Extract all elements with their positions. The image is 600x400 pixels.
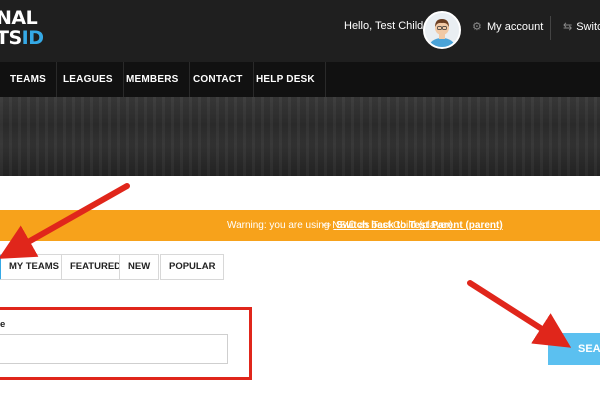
nav-item-teams[interactable]: TEAMS (0, 62, 57, 97)
my-account-label: My account (487, 21, 544, 33)
switch-user-icon: ⇆ (563, 21, 573, 33)
name-field-label: e (0, 319, 6, 330)
my-account-link[interactable]: ⚙ My account (472, 20, 543, 33)
logo-line-2: TSID (0, 28, 44, 48)
switch-back-link[interactable]: ⇨ Switch back to Test Parent (parent) (323, 210, 503, 241)
impersonation-warning: Warning: you are using NSID as Test Chil… (0, 210, 600, 241)
logo-accent-text: ID (21, 27, 44, 49)
switch-user-link[interactable]: ⇆ Switc (563, 20, 600, 33)
arrow-to-search (467, 280, 572, 348)
avatar-icon (425, 13, 459, 47)
logo-text: TS (0, 27, 22, 49)
name-input[interactable] (0, 334, 228, 364)
header-divider (550, 16, 551, 40)
site-header: NAL TSID Hello, Test Child ⚙ My account ⇆… (0, 0, 600, 62)
tab-my-teams[interactable]: MY TEAMS (0, 254, 68, 280)
nav-item-contact[interactable]: CONTACT (183, 62, 254, 97)
nav-item-leagues[interactable]: LEAGUES (53, 62, 124, 97)
tab-popular[interactable]: POPULAR (160, 254, 225, 280)
gear-icon: ⚙ (472, 21, 482, 33)
logo-line-1: NAL (0, 7, 38, 29)
nav-item-members[interactable]: MEMBERS (116, 62, 190, 97)
site-logo[interactable]: NAL TSID (0, 6, 60, 54)
hero-banner (0, 97, 600, 176)
switch-back-label: Switch back to Test Parent (parent) (336, 220, 503, 231)
tab-new[interactable]: NEW (119, 254, 160, 280)
switch-link-icon: ⇨ (323, 220, 332, 231)
main-nav: TEAMS LEAGUES MEMBERS CONTACT HELP DESK (0, 62, 600, 97)
switch-user-label: Switc (576, 21, 600, 33)
nav-item-help-desk[interactable]: HELP DESK (246, 62, 326, 97)
user-avatar[interactable] (423, 11, 461, 49)
greeting-text: Hello, Test Child (344, 20, 424, 32)
search-button[interactable]: SEAR (548, 333, 600, 365)
